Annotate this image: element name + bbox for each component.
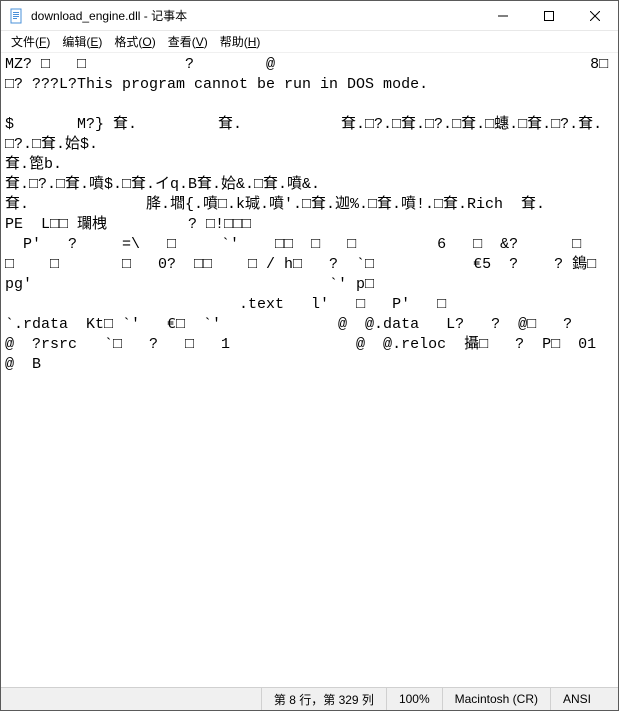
menu-format[interactable]: 格式(O) (108, 31, 161, 52)
window-buttons (480, 1, 618, 30)
maximize-button[interactable] (526, 1, 572, 30)
status-zoom: 100% (386, 688, 442, 710)
status-position: 第 8 行，第 329 列 (261, 688, 386, 710)
close-button[interactable] (572, 1, 618, 30)
text-area[interactable]: MZ? □ □ ? @ 8□ □? ???L?This program cann… (1, 52, 618, 687)
title-bar[interactable]: download_engine.dll - 记事本 (1, 1, 618, 31)
menu-file[interactable]: 文件(F) (5, 31, 56, 52)
notepad-window: download_engine.dll - 记事本 文件(F) 编辑(E) 格式… (0, 0, 619, 711)
status-line-ending: Macintosh (CR) (442, 688, 550, 710)
menu-help[interactable]: 帮助(H) (214, 31, 267, 52)
app-icon (9, 8, 25, 24)
menu-bar: 文件(F) 编辑(E) 格式(O) 查看(V) 帮助(H) (1, 31, 618, 52)
menu-view[interactable]: 查看(V) (162, 31, 214, 52)
status-encoding: ANSI (550, 688, 618, 710)
window-title: download_engine.dll - 记事本 (31, 7, 480, 24)
minimize-button[interactable] (480, 1, 526, 30)
status-spacer (1, 688, 261, 710)
status-bar: 第 8 行，第 329 列 100% Macintosh (CR) ANSI (1, 687, 618, 710)
menu-edit[interactable]: 编辑(E) (56, 31, 108, 52)
